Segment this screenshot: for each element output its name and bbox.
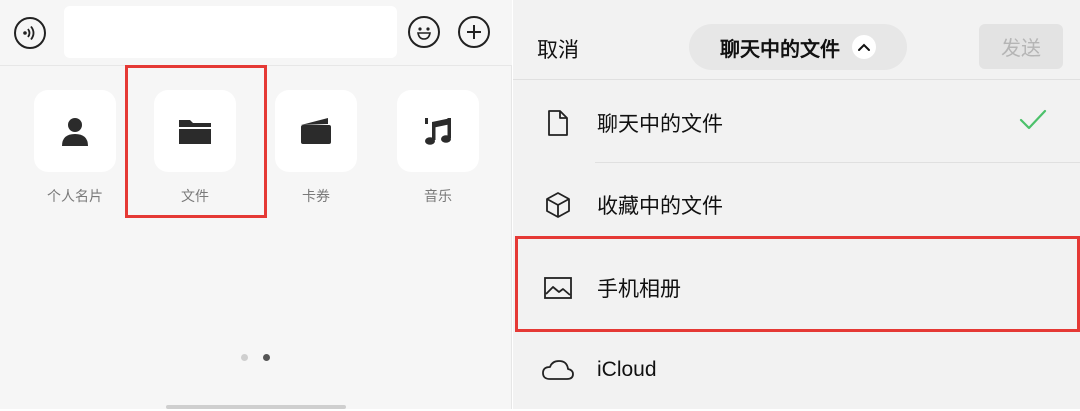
- app-tile-coupon[interactable]: 卡券: [275, 90, 357, 206]
- cancel-button[interactable]: 取消: [537, 34, 579, 64]
- source-selector[interactable]: 聊天中的文件: [689, 24, 907, 70]
- tile-bg: [275, 90, 357, 172]
- plus-icon: [467, 25, 481, 39]
- option-photo-album[interactable]: 手机相册: [513, 247, 1080, 329]
- option-label: iCloud: [597, 358, 657, 381]
- voice-icon: [23, 25, 35, 41]
- tile-bg: [154, 90, 236, 172]
- app-label: 音乐: [424, 188, 452, 204]
- wallet-icon: [301, 118, 331, 144]
- divider: [595, 162, 1080, 163]
- option-label: 聊天中的文件: [597, 113, 723, 136]
- app-label: 卡券: [302, 188, 330, 204]
- smiley-icon: [417, 27, 431, 40]
- option-label: 手机相册: [597, 278, 681, 301]
- app-label: 个人名片: [47, 188, 103, 204]
- option-favorite-files[interactable]: 收藏中的文件: [513, 164, 1080, 246]
- emoji-button[interactable]: [408, 16, 440, 48]
- option-icloud[interactable]: iCloud: [513, 329, 1080, 411]
- send-button[interactable]: 发送: [979, 24, 1063, 69]
- source-title: 聊天中的文件: [720, 38, 840, 61]
- page-dot-active: [263, 354, 270, 361]
- checkmark-icon: [1018, 107, 1048, 138]
- music-note-icon: [425, 118, 451, 145]
- cube-icon: [541, 188, 575, 222]
- tile-bg: [397, 90, 479, 172]
- tile-bg: [34, 90, 116, 172]
- app-tile-music[interactable]: 音乐: [397, 90, 479, 206]
- app-tile-contact-card[interactable]: 个人名片: [34, 90, 116, 206]
- more-button[interactable]: [458, 16, 490, 48]
- chat-input-bar: [0, 0, 512, 66]
- sheet-header: 取消 聊天中的文件 发送: [513, 0, 1080, 80]
- folder-icon: [179, 120, 211, 144]
- message-input[interactable]: [64, 6, 397, 58]
- voice-button[interactable]: [14, 17, 46, 49]
- app-label: 文件: [181, 188, 209, 204]
- app-tile-file[interactable]: 文件: [154, 90, 236, 206]
- chevron-up-icon: [852, 35, 876, 59]
- photo-icon: [541, 271, 575, 305]
- document-icon: [541, 106, 575, 140]
- page-dot: [241, 354, 248, 361]
- home-indicator: [166, 405, 346, 409]
- file-picker-sheet: 取消 聊天中的文件 发送 聊天中的文件 收藏中的文件 手机相册 iCloud: [513, 0, 1080, 409]
- option-chat-files[interactable]: 聊天中的文件: [513, 82, 1080, 164]
- chat-input-panel: 个人名片 文件 卡券 音乐: [0, 0, 512, 409]
- option-label: 收藏中的文件: [597, 195, 723, 218]
- person-icon: [62, 118, 88, 146]
- cloud-icon: [541, 353, 575, 387]
